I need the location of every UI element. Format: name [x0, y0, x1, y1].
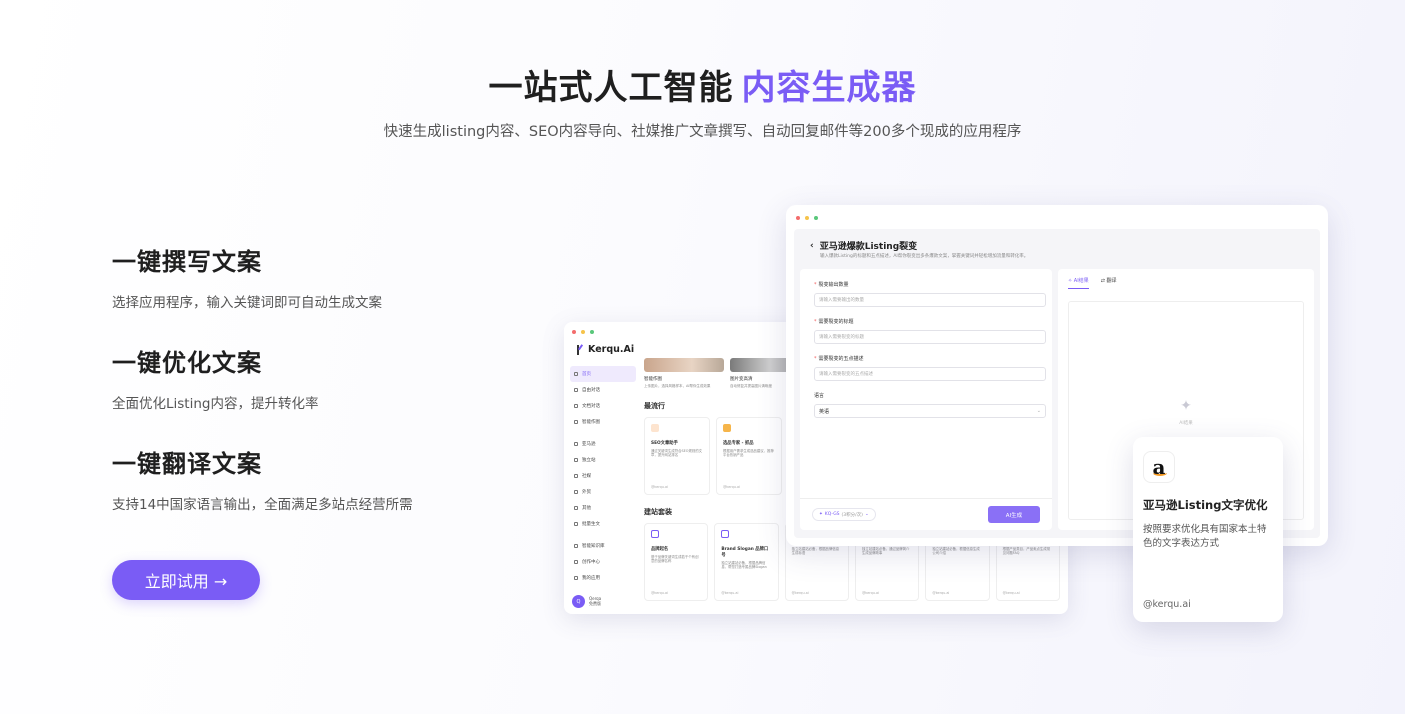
sidebar-item-creation[interactable]: 创作中心	[570, 554, 636, 570]
close-dot-icon	[572, 330, 576, 334]
sidebar-item-other[interactable]: 其他	[570, 500, 636, 516]
hero-title-main: 一站式人工智能	[488, 68, 734, 108]
feature-write: 一键撰写文案 选择应用程序，输入关键词即可自动生成文案	[112, 242, 382, 311]
app-card[interactable]: Brand Slogan 品牌口号 独立站建站必备，根据品牌信息，帮您打造专属品…	[714, 522, 779, 601]
app-card[interactable]: SEO文章助手 通过关键词生成符合SEO规则的文章，提升网站排名 @kerqu.…	[644, 416, 710, 495]
maximize-dot-icon	[814, 216, 818, 220]
plan-badge: 免费版	[589, 601, 601, 606]
card-title: 亚马逊Listing文字优化	[1143, 498, 1268, 512]
model-selector[interactable]: ✦ KQ-GS (3积分/次) ⌄	[812, 508, 876, 521]
input-form: * 裂变输出数量 请输入需要输出的数量 * 需要裂变的标题 请输入需要裂变的标题 *…	[800, 269, 1052, 530]
feature-desc: 全面优化Listing内容，提升转化率	[112, 396, 319, 412]
app-description: 输入爆款Listing的标题和五点描述，AI帮你裂变出多条爆款文案，掌握关键词并…	[820, 254, 1029, 259]
feature-title: 一键优化文案	[112, 349, 262, 377]
feature-desc: 支持14中国家语言输出，全面满足多站点经营所需	[112, 497, 413, 513]
document-icon	[574, 404, 578, 408]
monitor-icon	[574, 458, 578, 462]
feature-optimize: 一键优化文案 全面优化Listing内容，提升转化率	[112, 343, 318, 412]
back-arrow-icon[interactable]: ‹	[810, 241, 814, 251]
tab-translate[interactable]: ⇄ 翻译	[1101, 277, 1117, 289]
grid-icon	[574, 506, 578, 510]
sidebar-item-my-apps[interactable]: 我的应用	[570, 570, 636, 586]
output-count-field: * 裂变输出数量 请输入需要输出的数量	[814, 281, 1046, 307]
language-field: 语言 英语 ⌄	[814, 392, 1046, 418]
sidebar-item-social[interactable]: 社媒	[570, 468, 636, 484]
hero-title: 一站式人工智能 内容生成器	[0, 60, 1405, 109]
title-input[interactable]: 请输入需要裂变的标题	[814, 330, 1046, 344]
chevron-down-icon: ⌄	[1036, 408, 1041, 414]
form-footer: ✦ KQ-GS (3积分/次) ⌄ AI生成	[800, 498, 1052, 530]
sidebar-item-home[interactable]: 首页	[570, 366, 636, 382]
sidebar: 首页 自由对话 文档对话 智能作图 亚马逊 独立站 社媒 外贸 其他 批量生文 …	[570, 366, 636, 586]
thumbnail-image	[644, 358, 724, 372]
sidebar-item-free-chat[interactable]: 自由对话	[570, 382, 636, 398]
sidebar-item-ai-draw[interactable]: 智能作图	[570, 414, 636, 430]
tab-ai-result[interactable]: ✧ AI结果	[1068, 277, 1089, 289]
batch-icon	[574, 522, 578, 526]
feature-title: 一键撰写文案	[112, 248, 262, 276]
try-now-button[interactable]: 立即试用 →	[112, 560, 260, 600]
window-controls	[796, 216, 818, 220]
sidebar-item-batch[interactable]: 批量生文	[570, 516, 636, 532]
chat-icon	[574, 388, 578, 392]
globe-icon	[574, 490, 578, 494]
sidebar-item-knowledge[interactable]: 智能知识库	[570, 538, 636, 554]
card-description: 按照要求优化具有国家本土特色的文字表达方式	[1143, 524, 1267, 550]
amazon-icon	[574, 442, 578, 446]
ai-generate-button[interactable]: AI生成	[988, 506, 1040, 523]
monitor-icon	[721, 529, 730, 538]
hero-subtitle: 快速生成listing内容、SEO内容导向、社媒推广文章撰写、自动回复邮件等20…	[383, 124, 1022, 140]
sidebar-item-doc-chat[interactable]: 文档对话	[570, 398, 636, 414]
app-title: 亚马逊爆款Listing裂变	[819, 242, 918, 252]
app-card[interactable]: 选品专家 - 抓品 根据用户需求生成选品建议，推荐平台热销产品 @kerqu.a…	[716, 416, 782, 495]
language-select[interactable]: 英语 ⌄	[814, 404, 1046, 418]
result-tabs: ✧ AI结果 ⇄ 翻译	[1068, 277, 1116, 289]
avatar: Q	[572, 595, 585, 608]
minimize-dot-icon	[805, 216, 809, 220]
bullet-points-field: * 需要裂变的五点描述 请输入需要裂变的五点描述	[814, 355, 1046, 381]
apps-icon	[574, 576, 578, 580]
social-icon	[574, 474, 578, 478]
amazon-logo-icon: a	[1143, 451, 1175, 483]
home-icon	[574, 372, 578, 376]
card-handle: @kerqu.ai	[1143, 599, 1191, 610]
seo-icon	[651, 423, 659, 432]
brand-logo[interactable]: Kerqu.Ai	[576, 344, 634, 355]
brush-icon	[574, 420, 578, 424]
close-dot-icon	[796, 216, 800, 220]
title-field: * 需要裂变的标题 请输入需要裂变的标题	[814, 318, 1046, 344]
sparkle-icon: ✦	[1180, 398, 1192, 414]
kerqu-logo-icon	[576, 344, 584, 355]
hero-title-accent: 内容生成器	[741, 68, 917, 108]
book-icon	[574, 544, 578, 548]
brand-name: Kerqu.Ai	[588, 344, 635, 355]
amazon-listing-card[interactable]: a 亚马逊Listing文字优化 按照要求优化具有国家本土特色的文字表达方式 @…	[1133, 437, 1283, 622]
pin-icon	[574, 560, 578, 564]
sidebar-item-amazon[interactable]: 亚马逊	[570, 436, 636, 452]
bullet-points-input[interactable]: 请输入需要裂变的五点描述	[814, 367, 1046, 381]
product-icon	[723, 423, 731, 432]
feature-desc: 选择应用程序，输入关键词即可自动生成文案	[112, 295, 382, 311]
app-card[interactable]: 品牌起名 基于品牌关键词生成若干个有创意的品牌名称 @kerqu.ai	[644, 522, 709, 601]
image-tool-card[interactable]: 智能作图 上传图片，选择风格样本，AI帮你生成效果	[644, 358, 724, 389]
maximize-dot-icon	[590, 330, 594, 334]
empty-state-text: AI结果	[1179, 421, 1193, 426]
user-profile[interactable]: Q Qerqa 免费版	[572, 595, 601, 608]
output-count-input[interactable]: 请输入需要输出的数量	[814, 293, 1046, 307]
feature-translate: 一键翻译文案 支持14中国家语言输出，全面满足多站点经营所需	[112, 444, 413, 513]
window-controls	[572, 330, 594, 334]
chevron-down-icon: ⌄	[864, 512, 869, 517]
minimize-dot-icon	[581, 330, 585, 334]
sidebar-item-trade[interactable]: 外贸	[570, 484, 636, 500]
monitor-icon	[651, 529, 659, 538]
spark-icon: ✦	[819, 512, 823, 517]
sidebar-item-independent-site[interactable]: 独立站	[570, 452, 636, 468]
feature-title: 一键翻译文案	[112, 450, 262, 478]
